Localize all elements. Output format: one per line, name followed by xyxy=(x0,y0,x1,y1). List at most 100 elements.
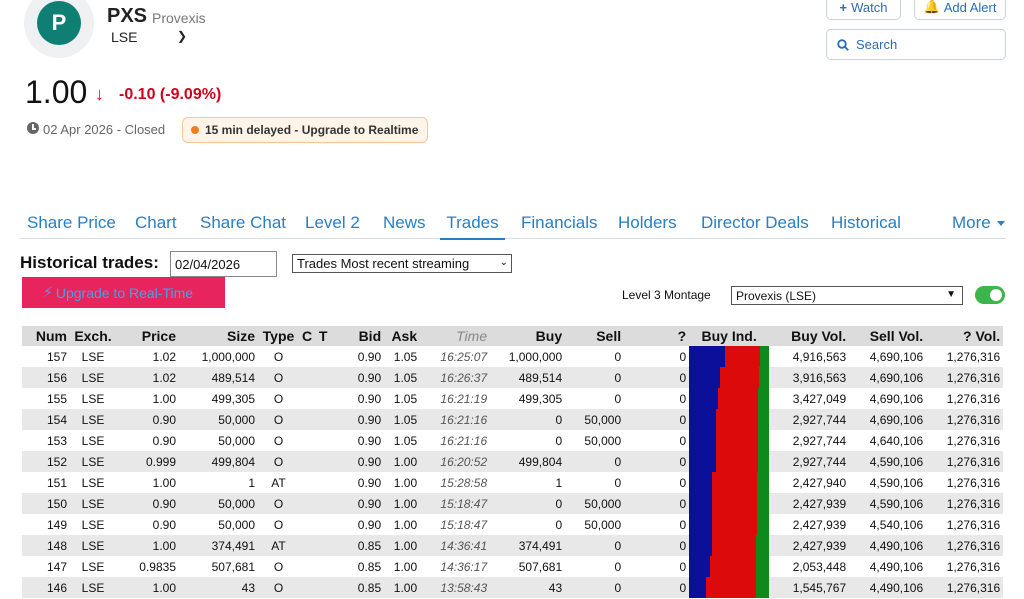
col-exch[interactable]: Exch. xyxy=(70,326,116,346)
cell-exch: LSE xyxy=(81,559,105,574)
buy-indicator-bar xyxy=(689,556,770,577)
col-buy[interactable]: Buy xyxy=(490,326,566,346)
tab-director-deals[interactable]: Director Deals xyxy=(701,213,809,233)
table-row[interactable]: 151 LSE 1.00 1 AT 0.90 1.00 15:28:58 1 0 0 2,427,94… xyxy=(22,472,1003,493)
tab-historical[interactable]: Historical xyxy=(831,213,901,233)
col-ask[interactable]: Ask xyxy=(384,326,421,346)
cell-sell: 0 xyxy=(565,535,625,556)
table-row[interactable]: 155 LSE 1.00 499,305 O 0.90 1.05 16:21:19 499,30… xyxy=(22,388,1003,409)
cell-time: 15:28:58 xyxy=(440,475,488,490)
cell-exch: LSE xyxy=(70,535,116,556)
cell-unknown-vol: 1,276,316 xyxy=(926,577,1004,598)
cell-exch: LSE xyxy=(70,367,116,388)
tab-financials[interactable]: Financials xyxy=(521,213,598,233)
cell-buy: 0 xyxy=(555,517,563,532)
col-type[interactable]: Type xyxy=(258,326,299,346)
col-unknown-vol[interactable]: ? Vol. xyxy=(926,326,1004,346)
sell-segment xyxy=(712,493,758,514)
cell-time: 13:58:43 xyxy=(420,577,491,598)
cell-sell: 0 xyxy=(614,391,622,406)
col-sell[interactable]: Sell xyxy=(565,326,625,346)
search-input[interactable]: Search xyxy=(826,29,1006,60)
cell-t xyxy=(315,388,331,409)
buy-segment xyxy=(689,430,716,451)
buy-indicator-bar xyxy=(689,346,770,367)
delay-badge[interactable]: 15 min delayed - Upgrade to Realtime xyxy=(182,117,429,143)
cell-size: 489,514 xyxy=(179,367,258,388)
level3-montage-label: Level 3 Montage xyxy=(622,288,711,302)
cell-type: O xyxy=(258,493,299,514)
tab-holders[interactable]: Holders xyxy=(618,213,677,233)
tab-level-2[interactable]: Level 2 xyxy=(305,213,360,233)
col-price[interactable]: Price xyxy=(116,326,179,346)
cell-buy-ind xyxy=(689,556,770,577)
cell-exch: LSE xyxy=(81,433,105,448)
table-row[interactable]: 147 LSE 0.9835 507,681 O 0.85 1.00 14:36:17 507,… xyxy=(22,556,1003,577)
cell-price: 0.90 xyxy=(152,433,176,448)
buy-indicator-bar xyxy=(689,409,770,430)
cell-num: 146 xyxy=(22,577,70,598)
table-row[interactable]: 146 LSE 1.00 43 O 0.85 1.00 13:58:43 43 0 0 1,545,7… xyxy=(22,577,1004,598)
table-row[interactable]: 149 LSE 0.90 50,000 O 0.90 1.00 15:18:47 0 50,000… xyxy=(22,514,1003,535)
chevron-down-icon[interactable]: ❯ xyxy=(177,29,187,43)
cell-unknown: 0 xyxy=(679,391,687,406)
cell-bid: 0.90 xyxy=(331,409,385,430)
col-size[interactable]: Size xyxy=(179,326,258,346)
date-field[interactable] xyxy=(170,251,277,277)
cell-size: 50,000 xyxy=(218,433,255,448)
tab-more[interactable]: More xyxy=(952,213,1005,233)
col-time[interactable]: Time xyxy=(420,326,491,346)
cell-c xyxy=(299,388,315,409)
col-c[interactable]: C xyxy=(299,326,316,346)
cell-unknown: 0 xyxy=(624,577,690,598)
cell-num: 150 xyxy=(22,493,70,514)
cell-size: 50,000 xyxy=(218,517,255,532)
trade-mode-select[interactable]: Trades Most recent streaming ⌄ xyxy=(292,254,512,273)
cell-bid: 0.85 xyxy=(357,559,382,574)
cell-bid: 0.90 xyxy=(357,433,382,448)
cell-type: O xyxy=(273,559,284,574)
table-row[interactable]: 153 LSE 0.90 50,000 O 0.90 1.05 16:21:16 0 50,000… xyxy=(22,430,1003,451)
cell-sell-vol: 4,690,106 xyxy=(849,409,927,430)
cell-unknown-vol: 1,276,316 xyxy=(946,391,1001,406)
table-row[interactable]: 156 LSE 1.02 489,514 O 0.90 1.05 16:26:37 489,51… xyxy=(22,367,1004,388)
cell-sell: 0 xyxy=(565,451,625,472)
buy-indicator-bar xyxy=(689,577,770,598)
cell-price: 1.00 xyxy=(152,391,176,406)
cell-num: 147 xyxy=(46,559,67,574)
tab-share-chat[interactable]: Share Chat xyxy=(200,213,286,233)
cell-price: 0.90 xyxy=(152,517,176,532)
cell-size: 499,305 xyxy=(211,391,255,406)
streaming-toggle[interactable] xyxy=(975,286,1005,304)
upgrade-realtime-button[interactable]: ⚡︎ Upgrade to Real-Time xyxy=(22,277,225,308)
table-row[interactable]: 150 LSE 0.90 50,000 O 0.90 1.00 15:18:47 0 50,000… xyxy=(22,493,1004,514)
col-sell-vol[interactable]: Sell Vol. xyxy=(849,326,927,346)
watch-button[interactable]: + Watch xyxy=(826,0,901,20)
col-buy-vol[interactable]: Buy Vol. xyxy=(769,326,850,346)
col-bid[interactable]: Bid xyxy=(331,326,385,346)
add-alert-button[interactable]: 🔔 Add Alert xyxy=(914,0,1006,20)
table-row[interactable]: 157 LSE 1.02 1,000,000 O 0.90 1.05 16:25:07 1,00… xyxy=(22,346,1003,367)
cell-price: 0.999 xyxy=(116,451,179,472)
cell-c xyxy=(299,346,315,367)
cell-type: O xyxy=(258,367,299,388)
col-num[interactable]: Num xyxy=(22,326,70,346)
tab-chart[interactable]: Chart xyxy=(135,213,177,233)
cell-t xyxy=(315,451,332,472)
cell-t xyxy=(315,556,331,577)
table-row[interactable]: 148 LSE 1.00 374,491 AT 0.85 1.00 14:36:41 374,4… xyxy=(22,535,1004,556)
tab-trades[interactable]: Trades xyxy=(440,213,505,240)
cell-exch: LSE xyxy=(70,577,116,598)
tab-share-price[interactable]: Share Price xyxy=(27,213,116,233)
cell-buy-ind xyxy=(689,577,770,598)
cell-t xyxy=(315,409,332,430)
col-t[interactable]: T xyxy=(315,326,332,346)
table-row[interactable]: 154 LSE 0.90 50,000 O 0.90 1.05 16:21:16 0 50,000… xyxy=(22,409,1004,430)
col-unknown[interactable]: ? xyxy=(624,326,690,346)
tab-news[interactable]: News xyxy=(383,213,426,233)
clock-icon xyxy=(27,122,39,134)
exchange-select[interactable]: LSE xyxy=(111,29,137,45)
col-buy-ind[interactable]: Buy Ind. xyxy=(689,326,770,346)
table-row[interactable]: 152 LSE 0.999 499,804 O 0.90 1.00 16:20:52 499,8… xyxy=(22,451,1004,472)
montage-select[interactable]: Provexis (LSE) ▼ xyxy=(731,286,963,305)
